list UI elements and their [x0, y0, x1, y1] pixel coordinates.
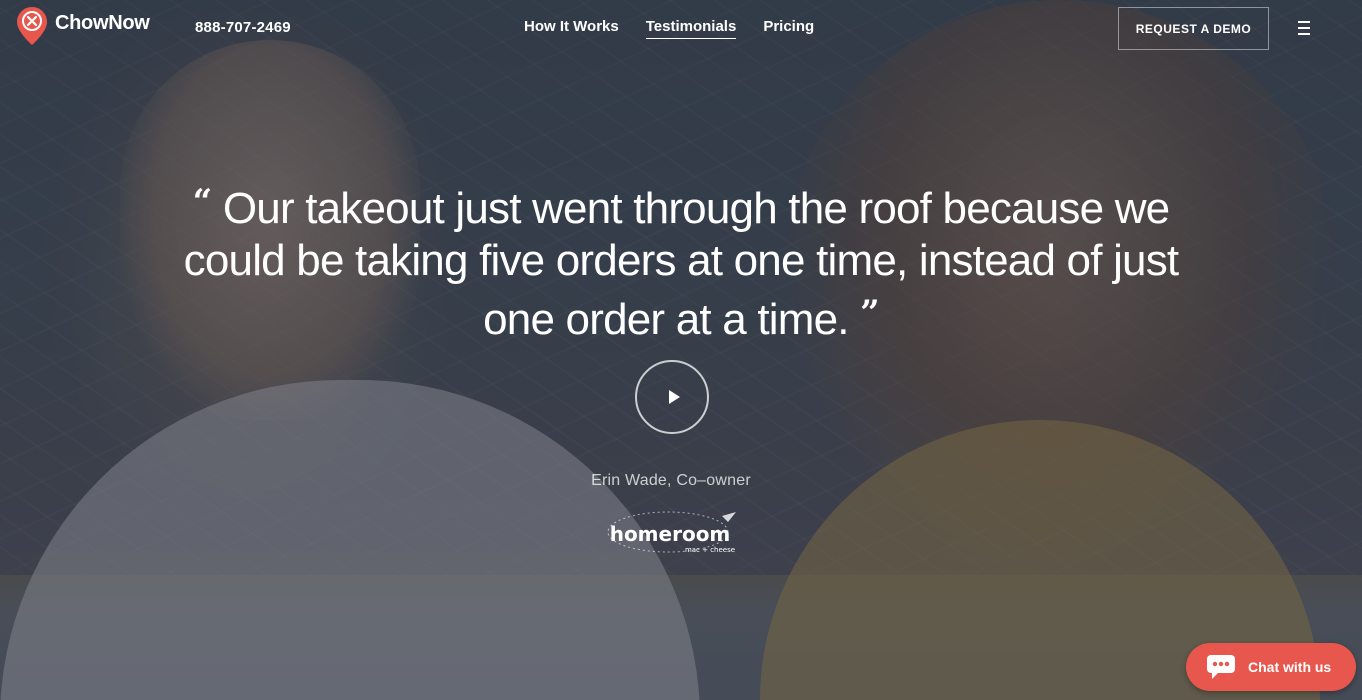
hero-overlay: [0, 0, 1362, 700]
testimonial-quote: “ Our takeout just went through the roof…: [181, 176, 1181, 346]
phone-number[interactable]: 888-707-2469: [195, 19, 291, 36]
testimonial-attribution: Erin Wade, Co–owner: [591, 472, 751, 489]
nav-pricing[interactable]: Pricing: [763, 18, 814, 39]
quote-text: Our takeout just went through the roof b…: [183, 184, 1179, 344]
close-quote-mark: ”: [860, 293, 880, 333]
request-demo-button[interactable]: REQUEST A DEMO: [1118, 7, 1269, 50]
chat-with-us-button[interactable]: Chat with us: [1186, 643, 1356, 691]
nav-testimonials[interactable]: Testimonials: [645, 18, 737, 39]
homeroom-logo-subtext: mac + cheese: [685, 546, 735, 554]
nav-how-it-works[interactable]: How It Works: [524, 18, 619, 39]
brand-name: ChowNow: [55, 11, 150, 34]
homeroom-logo-text: homeroom: [610, 522, 731, 546]
open-quote-mark: “: [192, 182, 213, 222]
chat-bubble-icon: [1206, 654, 1236, 680]
play-video-button[interactable]: [635, 360, 709, 434]
play-icon: [668, 390, 680, 404]
site-header: ChowNow 888-707-2469 How It Works Testim…: [0, 0, 1362, 56]
location-pin-icon: [16, 6, 48, 46]
main-nav: How It Works Testimonials Pricing: [524, 18, 841, 39]
hamburger-menu-icon[interactable]: [1298, 21, 1311, 35]
homeroom-logo: homeroom mac + cheese: [604, 508, 740, 558]
hero-section: ChowNow 888-707-2469 How It Works Testim…: [0, 0, 1362, 700]
chat-label: Chat with us: [1248, 659, 1332, 675]
brand-logo[interactable]: ChowNow: [16, 6, 150, 46]
